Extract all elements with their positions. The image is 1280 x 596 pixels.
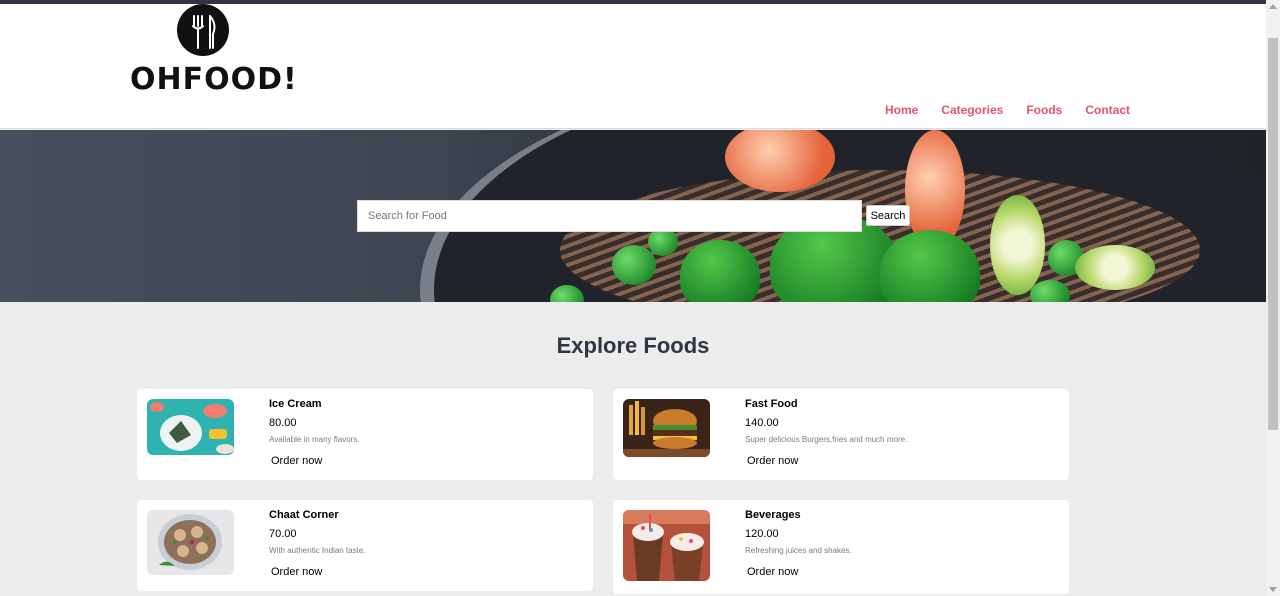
- scroll-down-icon[interactable]: [1269, 587, 1277, 592]
- scrollbar-thumb[interactable]: [1268, 38, 1278, 430]
- hero-pea-image: [648, 228, 678, 256]
- fork-knife-icon: [177, 4, 229, 56]
- ice-cream-image: [147, 399, 234, 455]
- hero-peapod-image: [680, 240, 760, 302]
- food-description: Available in many flavors.: [269, 435, 360, 444]
- hero-onion-image: [990, 195, 1045, 295]
- order-now-button[interactable]: Order now: [271, 566, 322, 578]
- nav-contact[interactable]: Contact: [1085, 103, 1130, 117]
- food-card-fast-food: Fast Food 140.00 Super delicious Burgers…: [613, 389, 1069, 480]
- food-price: 70.00: [269, 528, 297, 540]
- nav-categories[interactable]: Categories: [941, 103, 1003, 117]
- nav-foods[interactable]: Foods: [1026, 103, 1062, 117]
- food-title: Chaat Corner: [269, 509, 339, 521]
- food-title: Ice Cream: [269, 398, 322, 410]
- food-description: Refreshing juices and shakes.: [745, 546, 852, 555]
- scroll-up-icon[interactable]: [1269, 4, 1277, 9]
- food-description: With authentic Indian taste.: [269, 546, 366, 555]
- site-header: OHFOOD! Home Categories Foods Contact: [0, 4, 1266, 129]
- food-title: Fast Food: [745, 398, 798, 410]
- hero-pea-image: [612, 245, 656, 285]
- search-input[interactable]: [357, 200, 862, 232]
- search-button[interactable]: Search: [866, 205, 910, 226]
- food-description: Super delicious Burgers,fries and much m…: [745, 435, 908, 444]
- order-now-button[interactable]: Order now: [747, 455, 798, 467]
- order-now-button[interactable]: Order now: [747, 566, 798, 578]
- food-title: Beverages: [745, 509, 801, 521]
- fast-food-image: [623, 399, 710, 457]
- food-price: 80.00: [269, 417, 297, 429]
- hero-pea-image: [1030, 280, 1070, 302]
- scrollbar[interactable]: [1266, 0, 1280, 596]
- food-card-chaat-corner: Chaat Corner 70.00 With authentic Indian…: [137, 500, 593, 591]
- brand-name: OHFOOD!: [130, 62, 298, 97]
- food-price: 140.00: [745, 417, 779, 429]
- food-card-ice-cream: Ice Cream 80.00 Available in many flavor…: [137, 389, 593, 480]
- section-title: Explore Foods: [556, 333, 710, 358]
- chaat-image: [147, 510, 234, 575]
- nav-home[interactable]: Home: [885, 103, 918, 117]
- food-card-beverages: Beverages 120.00 Refreshing juices and s…: [613, 500, 1069, 594]
- logo[interactable]: OHFOOD!: [130, 4, 297, 102]
- food-price: 120.00: [745, 528, 779, 540]
- hero-onion-image: [1075, 245, 1155, 290]
- order-now-button[interactable]: Order now: [271, 455, 322, 467]
- main-nav: Home Categories Foods Contact: [885, 103, 1130, 117]
- beverages-image: [623, 510, 710, 581]
